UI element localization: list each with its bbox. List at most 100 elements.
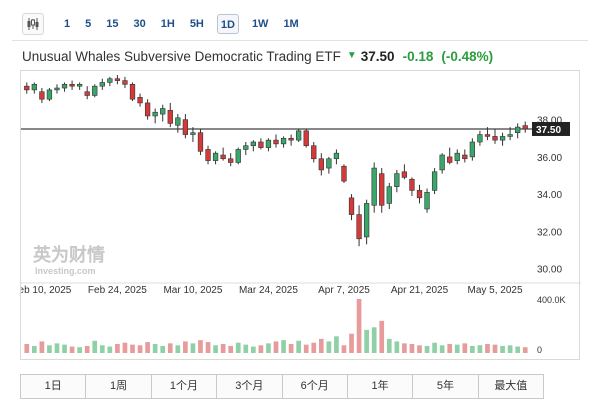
price-change: -0.18 [402, 49, 434, 64]
volume-bar [507, 345, 513, 353]
candle-body [220, 154, 226, 160]
volume-bar [228, 345, 234, 353]
candle-body [431, 171, 438, 191]
volume-bar [235, 342, 241, 353]
timeframe-30min[interactable]: 30 [132, 14, 148, 34]
volume-bar [409, 344, 415, 353]
timeframe-1min[interactable]: 1 [62, 14, 72, 34]
range-6m-button[interactable]: 6个月 [283, 375, 348, 398]
candle-body [356, 214, 362, 240]
candle-body [144, 102, 151, 117]
price-chart[interactable]: 英为财情Investing.com38.0036.0034.0032.0030.… [21, 71, 581, 361]
candle-body [182, 119, 189, 135]
volume-bar [77, 347, 82, 353]
candle-body [54, 87, 60, 91]
volume-bar [371, 327, 377, 353]
x-tick-label: May 5, 2025 [467, 285, 522, 296]
candle-body [363, 203, 370, 238]
candle-body [84, 91, 90, 96]
candle-body [522, 125, 528, 130]
volume-bar [432, 342, 437, 353]
volume-bar [439, 345, 445, 353]
x-tick-label: Apr 21, 2025 [391, 285, 449, 296]
range-3m-button[interactable]: 3个月 [217, 375, 283, 398]
volume-bar [107, 346, 113, 353]
candle-body [401, 171, 408, 178]
range-1y-button[interactable]: 1年 [348, 375, 414, 398]
candle-body [341, 165, 347, 182]
candle-body [273, 139, 279, 145]
candle-body [250, 141, 256, 147]
volume-bar [145, 342, 150, 353]
volume-bar [205, 342, 211, 353]
candle-body [409, 178, 415, 191]
timeframe-5min[interactable]: 5 [83, 14, 93, 34]
candle-body [386, 186, 392, 204]
candle-body [484, 134, 491, 137]
candle-body [137, 97, 143, 104]
x-tick-label: Apr 7, 2025 [318, 285, 370, 296]
volume-bar [334, 336, 339, 353]
volume-bar [303, 344, 309, 353]
volume-bar [115, 344, 120, 353]
volume-bar [394, 341, 400, 353]
candle-body [190, 132, 196, 135]
candle-body [454, 152, 460, 161]
candle-body [333, 152, 340, 160]
volume-bar [492, 344, 498, 353]
candle-body [235, 149, 241, 163]
volume-bar [198, 340, 203, 353]
candle-body [99, 82, 105, 87]
timeframe-15min[interactable]: 15 [104, 14, 120, 34]
range-1d-button[interactable]: 1日 [21, 375, 87, 398]
volume-bar [311, 342, 317, 353]
volume-bar [281, 340, 286, 353]
range-1w-button[interactable]: 1周 [86, 375, 152, 398]
y-tick-label: 36.00 [537, 153, 562, 164]
volume-bar [515, 346, 521, 353]
volume-bar [62, 344, 67, 353]
volume-bar [447, 344, 453, 353]
range-1m-button[interactable]: 1个月 [152, 375, 218, 398]
last-price-label: 37.50 [536, 125, 561, 136]
range-5y-button[interactable]: 5年 [413, 375, 479, 398]
volume-bar [470, 345, 475, 353]
volume-bar [24, 344, 30, 353]
volume-tick-label: 400.0K [537, 295, 566, 305]
x-tick-label: Feb 10, 2025 [21, 285, 72, 296]
candle-body [515, 126, 521, 133]
volume-bar [349, 333, 354, 353]
candle-body [424, 191, 430, 210]
volume-bar [273, 341, 279, 353]
x-tick-label: Mar 24, 2025 [239, 285, 298, 296]
watermark-cn: 英为财情 [32, 244, 105, 266]
volume-bar [243, 344, 249, 353]
volume-bar [364, 329, 369, 353]
volume-bar [318, 338, 324, 353]
candle-body [416, 190, 423, 199]
candle-body [499, 136, 506, 141]
candle-body [258, 141, 264, 148]
candle-body [175, 117, 181, 126]
volume-bar [54, 343, 60, 353]
candlestick-icon[interactable] [22, 13, 44, 35]
volume-bar [326, 341, 332, 353]
timeframe-1m[interactable]: 1M [281, 14, 300, 34]
timeframe-5h[interactable]: 5H [188, 14, 206, 34]
volume-bar [99, 345, 105, 353]
candle-body [61, 84, 68, 89]
watermark-en: Investing.com [35, 266, 96, 276]
candle-body [326, 158, 332, 169]
candle-body [228, 158, 234, 163]
timeframe-1h[interactable]: 1H [159, 14, 177, 34]
candle-body [24, 85, 30, 91]
candle-body [348, 197, 355, 215]
volume-bar [167, 343, 173, 353]
candle-body [447, 156, 453, 163]
timeframe-1d[interactable]: 1D [216, 14, 239, 34]
chart-frame[interactable]: 英为财情 Investing.com 38.00 36.00 34.00 32.00 30.… [20, 70, 581, 361]
range-max-button[interactable]: 最大值 [479, 375, 543, 398]
timeframe-1w[interactable]: 1W [250, 14, 271, 34]
price-change-percent: (-0.48%) [441, 49, 494, 64]
candle-body [288, 137, 294, 141]
